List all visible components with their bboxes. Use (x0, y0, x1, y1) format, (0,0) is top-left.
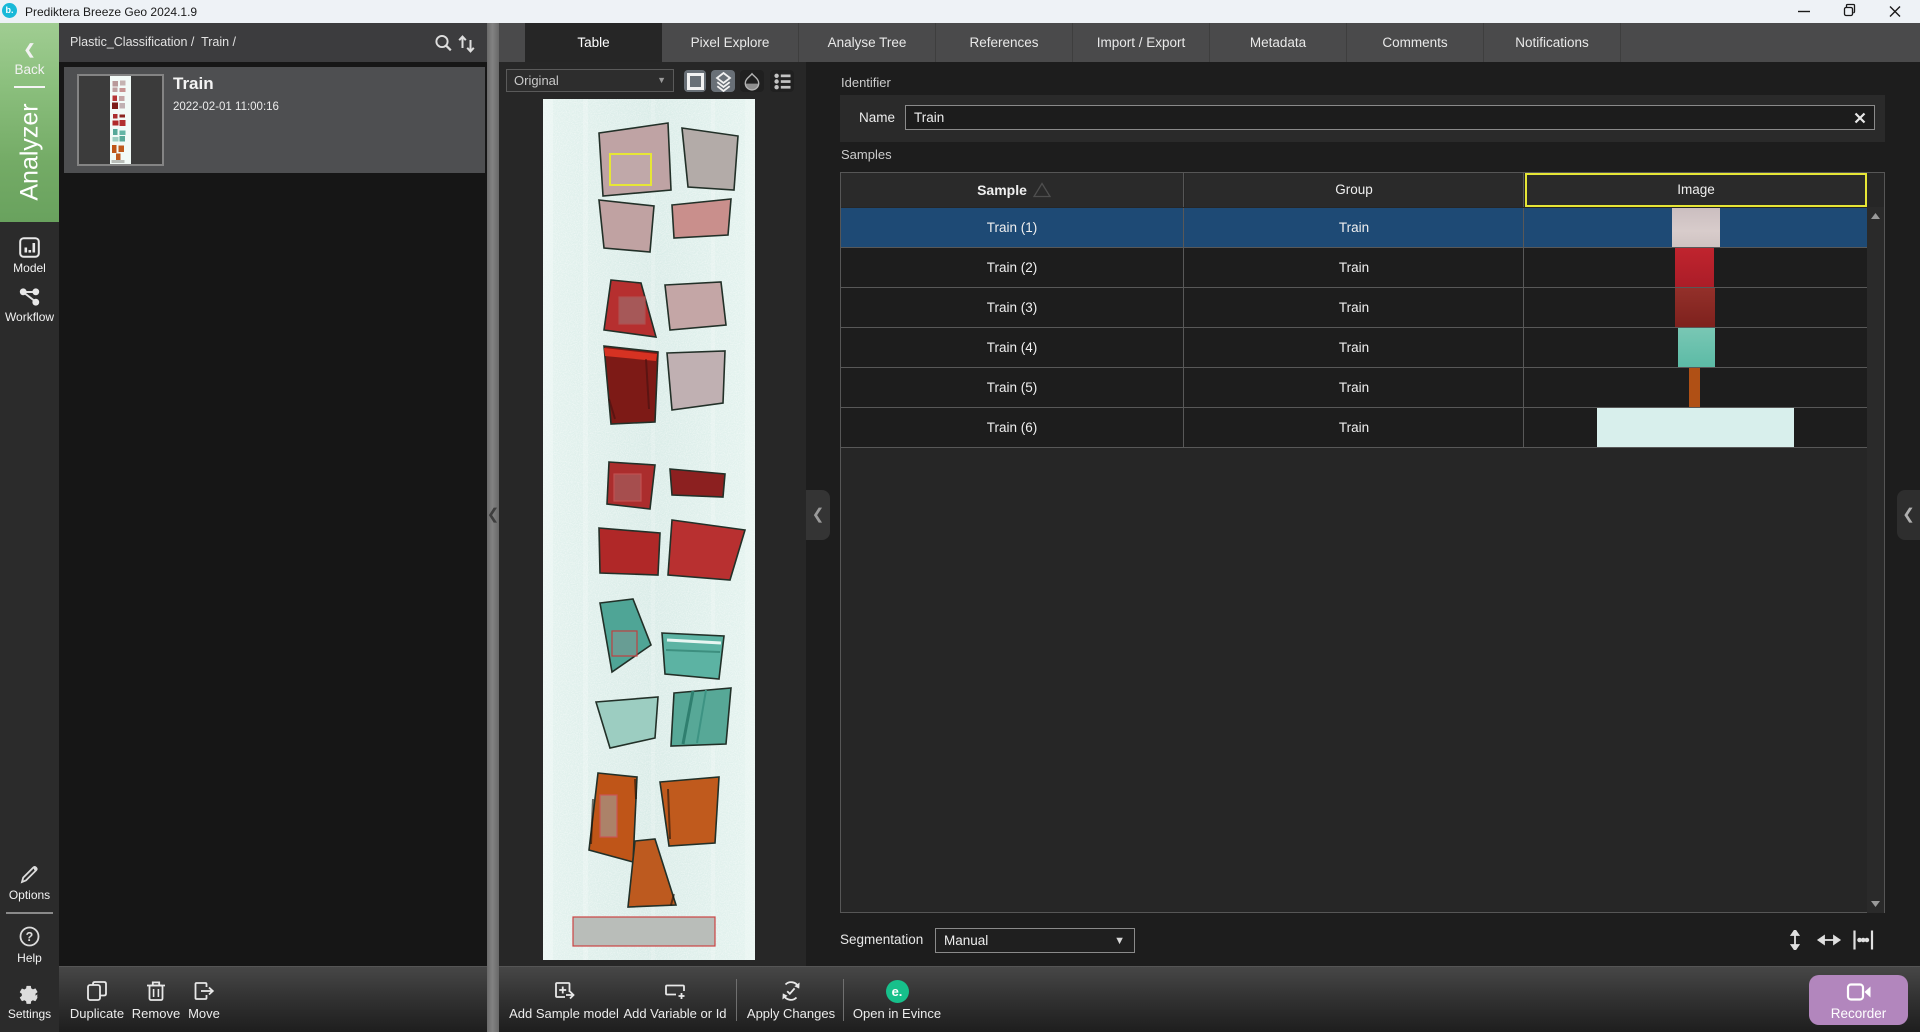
svg-text:?: ? (26, 930, 34, 944)
